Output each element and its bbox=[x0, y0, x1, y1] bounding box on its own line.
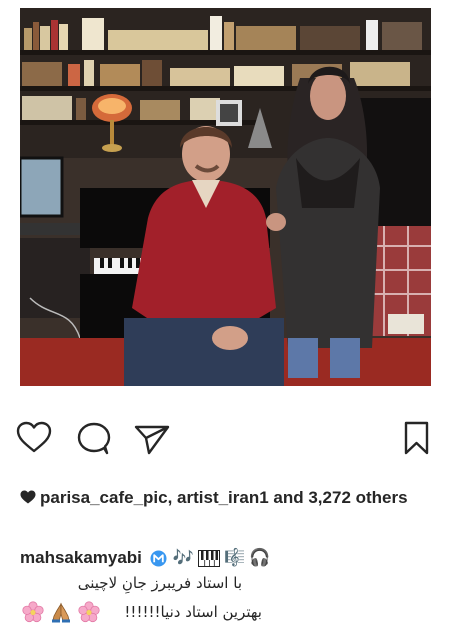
likes-summary[interactable]: parisa_cafe_pic, artist_iran1 and 3,272 … bbox=[20, 486, 415, 509]
caption-line-2: با استاد فریبرز جانِ لاچینی bbox=[77, 574, 242, 592]
instagram-post: parisa_cafe_pic, artist_iran1 and 3,272 … bbox=[0, 0, 450, 630]
caption-line-3: بهترین استاد دنیا!!!!!! bbox=[124, 603, 262, 621]
caption-emoji-row: 🎶 🎼 🎧 bbox=[173, 548, 271, 568]
heart-filled-icon bbox=[20, 490, 36, 504]
headphones-emoji: 🎧 bbox=[249, 548, 271, 568]
paper-plane-icon bbox=[134, 425, 170, 455]
share-button[interactable] bbox=[132, 418, 172, 458]
comment-button[interactable] bbox=[74, 418, 114, 458]
cherry-blossom-icon bbox=[22, 601, 44, 623]
like-button[interactable] bbox=[14, 418, 54, 458]
verified-badge-icon bbox=[150, 550, 167, 567]
folded-hands-icon bbox=[50, 601, 72, 623]
cherry-blossom-icon bbox=[78, 601, 100, 623]
likes-text: parisa_cafe_pic, artist_iran1 and 3,272 … bbox=[40, 488, 408, 507]
bookmark-icon bbox=[404, 421, 429, 455]
musical-score-emoji: 🎼 bbox=[224, 548, 246, 568]
caption-username[interactable]: mahsakamyabi bbox=[20, 546, 142, 570]
post-photo[interactable] bbox=[20, 8, 431, 386]
heart-outline-icon bbox=[16, 421, 52, 453]
action-bar bbox=[0, 418, 450, 462]
caption-header: mahsakamyabi 🎶 🎼 🎧 bbox=[20, 546, 270, 570]
photo-illustration bbox=[20, 8, 431, 386]
comment-bubble-icon bbox=[77, 422, 111, 455]
music-notes-emoji: 🎶 bbox=[172, 548, 195, 568]
save-button[interactable] bbox=[398, 418, 438, 458]
piano-keys-icon bbox=[198, 549, 221, 567]
